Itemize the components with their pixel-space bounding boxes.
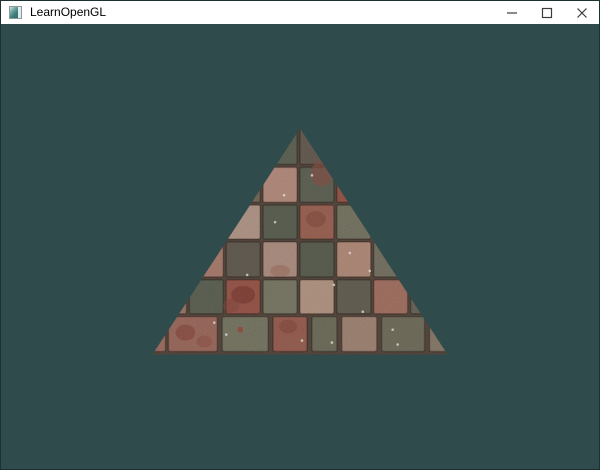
- close-button[interactable]: [564, 1, 599, 24]
- app-icon[interactable]: [9, 6, 22, 19]
- texture-grain: [152, 128, 448, 355]
- titlebar[interactable]: LearnOpenGL: [1, 1, 599, 24]
- window-title: LearnOpenGL: [30, 5, 107, 19]
- minimize-button[interactable]: [494, 1, 529, 24]
- close-icon: [576, 7, 587, 18]
- minimize-icon: [506, 11, 517, 14]
- textured-triangle: [152, 128, 448, 355]
- caption-buttons: [494, 1, 599, 24]
- gl-canvas: [1, 24, 599, 469]
- maximize-button[interactable]: [529, 1, 564, 24]
- app-window: LearnOpenGL: [0, 0, 600, 470]
- gl-viewport: [1, 24, 599, 469]
- maximize-icon: [541, 7, 552, 18]
